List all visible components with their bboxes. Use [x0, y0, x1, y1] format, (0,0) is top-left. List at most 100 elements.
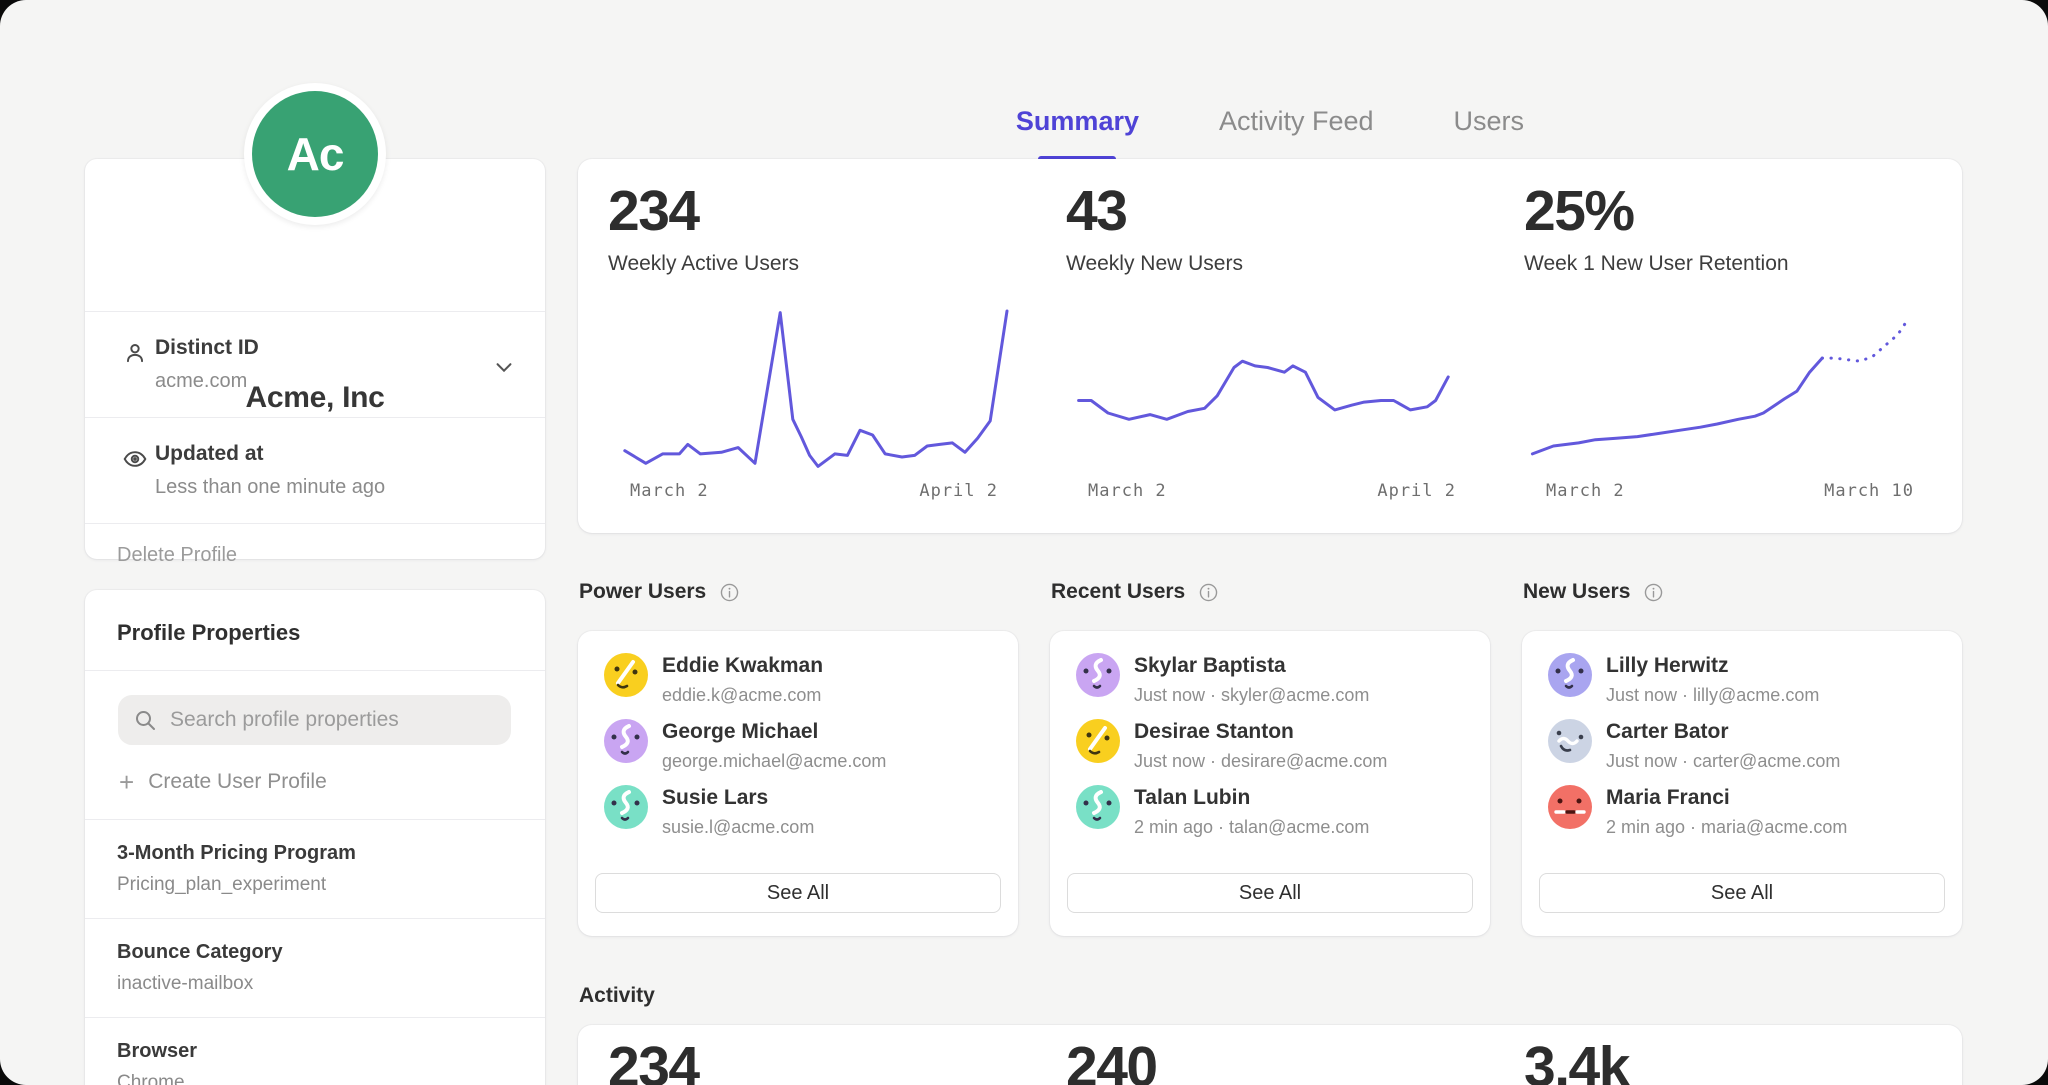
power-users-header: Power Users	[579, 580, 1019, 604]
user-subtext: Just now · lilly@acme.com	[1606, 685, 1819, 706]
user-list-item[interactable]: Desirae Stanton Just now · desirare@acme…	[1076, 719, 1490, 785]
x-axis-end-label: April 2	[919, 481, 998, 501]
distinct-id-label: Distinct ID	[155, 336, 513, 360]
person-icon	[122, 340, 148, 366]
user-name: Skylar Baptista	[1134, 654, 1369, 678]
user-subtext: 2 min ago · talan@acme.com	[1134, 817, 1369, 838]
activity-stat-value: 3.4k	[1524, 1039, 1944, 1085]
retention-value: 25%	[1524, 183, 1944, 240]
user-name: Talan Lubin	[1134, 786, 1369, 810]
user-subtext: eddie.k@acme.com	[662, 685, 823, 706]
user-avatar	[604, 719, 648, 763]
property-value: inactive-mailbox	[117, 973, 513, 995]
search-profile-properties-input[interactable]	[118, 695, 511, 745]
property-label: Browser	[117, 1040, 513, 1063]
search-icon	[133, 708, 157, 732]
power-users-card: Eddie Kwakman eddie.k@acme.com George Mi…	[578, 631, 1018, 936]
updated-at-label: Updated at	[155, 442, 513, 466]
create-user-profile-label: Create User Profile	[148, 770, 327, 794]
company-avatar-initials: Ac	[252, 91, 378, 217]
user-name: Eddie Kwakman	[662, 654, 823, 678]
profile-properties-title: Profile Properties	[85, 590, 545, 670]
see-all-button[interactable]: See All	[1067, 873, 1473, 913]
user-list-item[interactable]: Talan Lubin 2 min ago · talan@acme.com	[1076, 785, 1490, 851]
x-axis-start-label: March 2	[1546, 481, 1625, 501]
user-subtext: george.michael@acme.com	[662, 751, 886, 772]
tab-users[interactable]: Users	[1452, 102, 1527, 152]
tab-activity-feed[interactable]: Activity Feed	[1217, 102, 1376, 152]
weekly-active-users-value: 234	[608, 183, 1028, 240]
user-subtext: Just now · desirare@acme.com	[1134, 751, 1387, 772]
activity-stats-card: 234 240 3.4k	[578, 1025, 1962, 1085]
profile-properties-card: Profile Properties + Create User Profile…	[85, 590, 545, 1085]
activity-stat-value: 240	[1066, 1039, 1486, 1085]
user-name: Carter Bator	[1606, 720, 1840, 744]
weekly-new-users-chart	[1066, 308, 1486, 471]
user-list-item[interactable]: Skylar Baptista Just now · skyler@acme.c…	[1076, 653, 1490, 719]
user-name: Lilly Herwitz	[1606, 654, 1819, 678]
info-icon[interactable]	[1198, 582, 1219, 603]
user-subtext: Just now · skyler@acme.com	[1134, 685, 1369, 706]
user-avatar	[604, 653, 648, 697]
tab-summary[interactable]: Summary	[1014, 102, 1141, 152]
chevron-down-icon[interactable]	[493, 356, 515, 378]
activity-stat-value: 234	[608, 1039, 1028, 1085]
user-avatar	[1548, 785, 1592, 829]
x-axis-end-label: April 2	[1377, 481, 1456, 501]
see-all-button[interactable]: See All	[595, 873, 1001, 913]
user-list-item[interactable]: George Michael george.michael@acme.com	[604, 719, 1018, 785]
create-user-profile-button[interactable]: + Create User Profile	[119, 770, 545, 819]
user-list-item[interactable]: Maria Franci 2 min ago · maria@acme.com	[1548, 785, 1962, 851]
company-avatar: Ac	[244, 83, 386, 225]
recent-users-header: Recent Users	[1051, 580, 1491, 604]
activity-section-title: Activity	[579, 984, 655, 1008]
new-users-header: New Users	[1523, 580, 1963, 604]
delete-profile-button[interactable]: Delete Profile	[85, 523, 545, 587]
weekly-active-users-label: Weekly Active Users	[608, 252, 1028, 276]
profile-tabs: Summary Activity Feed Users	[578, 102, 1962, 152]
user-subtext: 2 min ago · maria@acme.com	[1606, 817, 1847, 838]
user-avatar	[1076, 653, 1120, 697]
updated-at-row: Updated at Less than one minute ago	[85, 417, 545, 523]
property-row[interactable]: Browser Chrome	[85, 1017, 545, 1085]
info-icon[interactable]	[719, 582, 740, 603]
property-value: Pricing_plan_experiment	[117, 874, 513, 896]
weekly-active-users-chart	[608, 308, 1028, 471]
company-profile-page: Ac Acme, Inc Distinct ID acme.com	[0, 0, 2048, 1085]
see-all-button[interactable]: See All	[1539, 873, 1945, 913]
user-avatar	[1548, 719, 1592, 763]
user-avatar	[604, 785, 648, 829]
x-axis-start-label: March 2	[1088, 481, 1167, 501]
updated-at-value: Less than one minute ago	[155, 476, 513, 499]
retention-chart	[1524, 308, 1944, 471]
property-row[interactable]: Bounce Category inactive-mailbox	[85, 918, 545, 1017]
user-name: Susie Lars	[662, 786, 814, 810]
x-axis-end-label: March 10	[1824, 481, 1914, 501]
user-subtext: susie.l@acme.com	[662, 817, 814, 838]
eye-icon	[122, 446, 148, 472]
property-label: Bounce Category	[117, 941, 513, 964]
weekly-new-users-label: Weekly New Users	[1066, 252, 1486, 276]
user-name: George Michael	[662, 720, 886, 744]
user-name: Desirae Stanton	[1134, 720, 1387, 744]
weekly-new-users-value: 43	[1066, 183, 1486, 240]
property-value: Chrome	[117, 1072, 513, 1085]
user-list-item[interactable]: Eddie Kwakman eddie.k@acme.com	[604, 653, 1018, 719]
distinct-id-row: Distinct ID acme.com	[85, 311, 545, 417]
retention-label: Week 1 New User Retention	[1524, 252, 1944, 276]
new-users-card: Lilly Herwitz Just now · lilly@acme.com …	[1522, 631, 1962, 936]
user-list-item[interactable]: Susie Lars susie.l@acme.com	[604, 785, 1018, 851]
user-avatar	[1076, 719, 1120, 763]
info-icon[interactable]	[1643, 582, 1664, 603]
user-list-item[interactable]: Carter Bator Just now · carter@acme.com	[1548, 719, 1962, 785]
recent-users-card: Skylar Baptista Just now · skyler@acme.c…	[1050, 631, 1490, 936]
property-row[interactable]: 3-Month Pricing Program Pricing_plan_exp…	[85, 819, 545, 918]
property-label: 3-Month Pricing Program	[117, 842, 513, 865]
user-name: Maria Franci	[1606, 786, 1847, 810]
user-subtext: Just now · carter@acme.com	[1606, 751, 1840, 772]
distinct-id-value: acme.com	[155, 370, 513, 393]
summary-stats-card: 234 Weekly Active Users March 2 April 2 …	[578, 159, 1962, 533]
user-avatar	[1076, 785, 1120, 829]
user-list-item[interactable]: Lilly Herwitz Just now · lilly@acme.com	[1548, 653, 1962, 719]
user-avatar	[1548, 653, 1592, 697]
